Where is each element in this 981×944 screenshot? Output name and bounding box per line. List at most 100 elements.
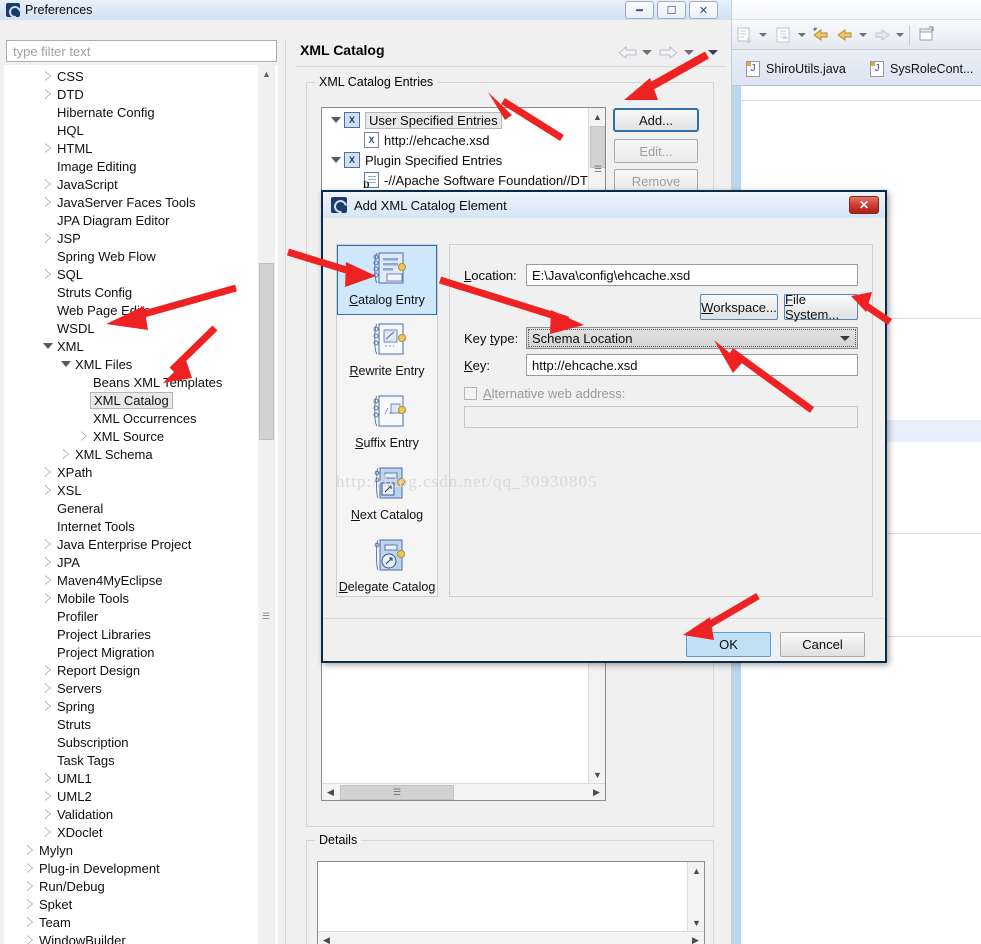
tree-item-maven4myeclipse[interactable]: Maven4MyEclipse xyxy=(42,571,163,589)
run-icon[interactable] xyxy=(736,26,754,44)
tree-scrollbar[interactable]: ▲ ☰ xyxy=(258,65,275,944)
twisty-collapsed-icon[interactable] xyxy=(42,142,54,154)
ok-button[interactable]: OK xyxy=(686,632,771,657)
twisty-collapsed-icon[interactable] xyxy=(24,898,36,910)
tree-item-sql[interactable]: SQL xyxy=(42,265,83,283)
tree-item-xml-source[interactable]: XML Source xyxy=(78,427,164,445)
tree-item-profiler[interactable]: Profiler xyxy=(42,607,98,625)
minimize-button[interactable]: ━ xyxy=(625,1,654,19)
rail-item-rewrite-entry[interactable]: Rewrite Entry xyxy=(337,317,437,387)
catalog-list-item[interactable]: Xhttp://ehcache.xsd xyxy=(350,130,490,150)
twisty-collapsed-icon[interactable] xyxy=(42,790,54,802)
tree-item-general[interactable]: General xyxy=(42,499,103,517)
key-input[interactable]: http://ehcache.xsd xyxy=(526,354,858,376)
new-window-icon[interactable] xyxy=(918,26,936,44)
tree-item-xdoclet[interactable]: XDoclet xyxy=(42,823,103,841)
tree-item-xsl[interactable]: XSL xyxy=(42,481,82,499)
tree-item-xml[interactable]: XML xyxy=(42,337,84,355)
tree-item-validation[interactable]: Validation xyxy=(42,805,113,823)
tree-item-internet-tools[interactable]: Internet Tools xyxy=(42,517,135,535)
tree-item-jpa[interactable]: JPA xyxy=(42,553,80,571)
rail-item-suffix-entry[interactable]: // Suffix Entry xyxy=(337,389,437,459)
tree-item-mobile-tools[interactable]: Mobile Tools xyxy=(42,589,129,607)
cancel-button[interactable]: Cancel xyxy=(780,632,865,657)
tree-item-web-page-editor[interactable]: Web Page Editor xyxy=(42,301,155,319)
editor-tab-row[interactable]: J ShiroUtils.java J SysRoleCont... xyxy=(732,50,981,86)
tree-item-image-editing[interactable]: Image Editing xyxy=(42,157,137,175)
page-nav-arrows[interactable] xyxy=(618,42,728,62)
catalog-hscroll-thumb[interactable]: ☰ xyxy=(340,785,454,800)
twisty-collapsed-icon[interactable] xyxy=(42,178,54,190)
catalog-scroll-right-icon[interactable]: ▶ xyxy=(588,784,605,801)
twisty-collapsed-icon[interactable] xyxy=(42,232,54,244)
tree-item-jsp[interactable]: JSP xyxy=(42,229,81,247)
back-arrow-icon[interactable] xyxy=(618,45,638,63)
twisty-collapsed-icon[interactable] xyxy=(42,808,54,820)
catalog-scroll-down-icon[interactable]: ▼ xyxy=(589,766,606,783)
workbench-toolbar[interactable] xyxy=(732,20,981,50)
dialog-type-rail[interactable]: Catalog Entry xyxy=(336,244,438,597)
twisty-collapsed-icon[interactable] xyxy=(42,826,54,838)
keytype-combo[interactable]: Schema Location xyxy=(526,327,858,349)
twisty-collapsed-icon[interactable] xyxy=(24,916,36,928)
filter-input[interactable]: type filter text xyxy=(6,40,277,62)
tree-item-xml-schema[interactable]: XML Schema xyxy=(60,445,153,463)
debug-dropdown-icon[interactable] xyxy=(798,33,806,37)
details-scroll-left-icon[interactable]: ◀ xyxy=(318,932,335,944)
tree-item-javascript[interactable]: JavaScript xyxy=(42,175,118,193)
edit-button[interactable]: Edit... xyxy=(614,139,698,163)
add-button[interactable]: Add... xyxy=(613,108,699,132)
next-edit-icon[interactable] xyxy=(873,26,891,44)
tree-item-jpa-diagram-editor[interactable]: JPA Diagram Editor xyxy=(42,211,169,229)
prev-edit-icon[interactable] xyxy=(836,26,854,44)
tree-item-struts-config[interactable]: Struts Config xyxy=(42,283,132,301)
twisty-collapsed-icon[interactable] xyxy=(24,880,36,892)
location-input[interactable]: E:\Java\config\ehcache.xsd xyxy=(526,264,858,286)
catalog-list-item[interactable]: XUser Specified Entries xyxy=(330,110,502,130)
tree-item-windowbuilder[interactable]: WindowBuilder xyxy=(24,931,126,944)
tree-item-javaserver-faces-tools[interactable]: JavaServer Faces Tools xyxy=(42,193,196,211)
tree-item-wsdl[interactable]: WSDL xyxy=(42,319,95,337)
twisty-collapsed-icon[interactable] xyxy=(42,574,54,586)
twisty-collapsed-icon[interactable] xyxy=(42,484,54,496)
tree-item-dtd[interactable]: DTD xyxy=(42,85,84,103)
tree-item-mylyn[interactable]: Mylyn xyxy=(24,841,73,859)
tree-item-spket[interactable]: Spket xyxy=(24,895,72,913)
catalog-list-hscrollbar[interactable]: ◀ ☰ ▶ xyxy=(322,783,605,800)
details-scroll-down-icon[interactable]: ▼ xyxy=(688,914,705,931)
tree-item-css[interactable]: CSS xyxy=(42,67,84,85)
dialog-close-button[interactable]: ✕ xyxy=(849,196,879,214)
twisty-collapsed-icon[interactable] xyxy=(42,556,54,568)
tree-item-xml-occurrences[interactable]: XML Occurrences xyxy=(78,409,197,427)
tree-item-plug-in-development[interactable]: Plug-in Development xyxy=(24,859,160,877)
twisty-collapsed-icon[interactable] xyxy=(42,268,54,280)
back-dropdown-icon[interactable] xyxy=(642,50,652,55)
twisty-collapsed-icon[interactable] xyxy=(60,448,72,460)
tree-item-uml1[interactable]: UML1 xyxy=(42,769,92,787)
alternative-web-address-checkbox[interactable] xyxy=(464,387,477,400)
tree-item-hibernate-config[interactable]: Hibernate Config xyxy=(42,103,155,121)
maximize-button[interactable]: ☐ xyxy=(657,1,686,19)
tree-item-html[interactable]: HTML xyxy=(42,139,92,157)
rail-item-catalog-entry[interactable]: Catalog Entry xyxy=(337,245,437,315)
twisty-collapsed-icon[interactable] xyxy=(42,466,54,478)
next-edit-dropdown-icon[interactable] xyxy=(896,33,904,37)
twisty-collapsed-icon[interactable] xyxy=(42,700,54,712)
editor-tab-sysrolecontroller[interactable]: J SysRoleCont... xyxy=(870,58,973,80)
tree-item-servers[interactable]: Servers xyxy=(42,679,102,697)
back-nav-icon[interactable] xyxy=(812,26,830,44)
view-menu-icon[interactable] xyxy=(708,50,718,55)
file-system-button[interactable]: File System... xyxy=(784,294,858,320)
twisty-collapsed-icon[interactable] xyxy=(42,70,54,82)
tree-item-run-debug[interactable]: Run/Debug xyxy=(24,877,105,895)
tree-item-project-libraries[interactable]: Project Libraries xyxy=(42,625,151,643)
twisty-collapsed-icon[interactable] xyxy=(24,862,36,874)
catalog-scroll-up-icon[interactable]: ▲ xyxy=(589,108,606,125)
dialog-titlebar[interactable]: Add XML Catalog Element xyxy=(323,192,885,218)
tree-item-xml-catalog[interactable]: XML Catalog xyxy=(78,391,173,409)
details-vscrollbar[interactable]: ▲ ▼ xyxy=(687,862,704,931)
panel-divider[interactable] xyxy=(285,40,286,944)
tree-item-team[interactable]: Team xyxy=(24,913,71,931)
tree-item-subscription[interactable]: Subscription xyxy=(42,733,129,751)
tree-resize-grip[interactable]: ☰ xyxy=(262,615,270,618)
